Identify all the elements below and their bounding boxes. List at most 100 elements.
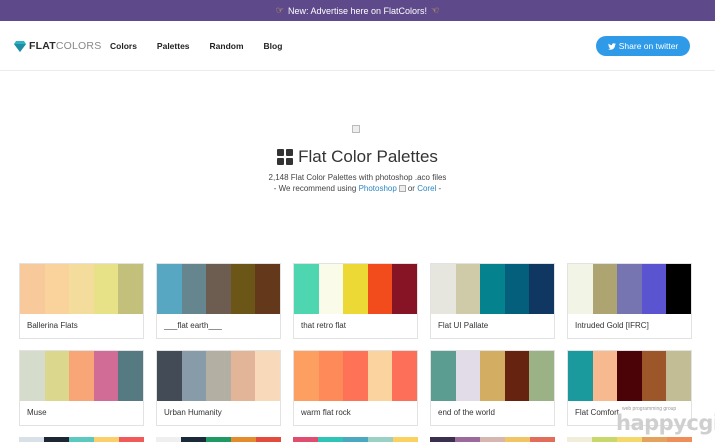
- color-swatch[interactable]: [255, 351, 280, 401]
- color-swatch[interactable]: [393, 437, 418, 442]
- palette-name[interactable]: Ballerina Flats: [27, 321, 78, 330]
- palette-swatches[interactable]: [20, 264, 143, 314]
- color-swatch[interactable]: [343, 264, 368, 314]
- color-swatch[interactable]: [293, 437, 318, 442]
- color-swatch[interactable]: [181, 264, 207, 314]
- color-swatch[interactable]: [455, 351, 481, 401]
- color-swatch[interactable]: [343, 437, 368, 442]
- color-swatch[interactable]: [255, 264, 280, 314]
- color-swatch[interactable]: [504, 351, 530, 401]
- color-swatch[interactable]: [431, 264, 456, 314]
- color-swatch[interactable]: [666, 264, 691, 314]
- palette-card-partial[interactable]: [430, 437, 555, 442]
- color-swatch[interactable]: [592, 351, 618, 401]
- color-swatch[interactable]: [231, 437, 256, 442]
- color-swatch[interactable]: [118, 264, 143, 314]
- color-swatch[interactable]: [157, 351, 182, 401]
- color-swatch[interactable]: [181, 351, 207, 401]
- color-swatch[interactable]: [157, 264, 182, 314]
- color-swatch[interactable]: [69, 437, 94, 442]
- color-swatch[interactable]: [19, 437, 44, 442]
- palette-swatches[interactable]: [294, 264, 417, 314]
- color-swatch[interactable]: [367, 351, 393, 401]
- color-swatch[interactable]: [504, 264, 530, 314]
- color-swatch[interactable]: [181, 437, 206, 442]
- color-swatch[interactable]: [455, 437, 480, 442]
- color-swatch[interactable]: [529, 264, 554, 314]
- nav-random[interactable]: Random: [210, 41, 244, 51]
- color-swatch[interactable]: [20, 351, 45, 401]
- color-swatch[interactable]: [206, 264, 231, 314]
- palette-swatches[interactable]: [568, 264, 691, 314]
- color-swatch[interactable]: [294, 264, 319, 314]
- color-swatch[interactable]: [118, 351, 143, 401]
- palette-card-partial[interactable]: [19, 437, 144, 442]
- palette-name[interactable]: ___flat earth___: [164, 321, 222, 330]
- palette-name[interactable]: warm flat rock: [301, 408, 351, 417]
- palette-card[interactable]: ___flat earth___: [156, 263, 281, 339]
- palette-swatches[interactable]: [294, 351, 417, 401]
- color-swatch[interactable]: [567, 437, 592, 442]
- color-swatch[interactable]: [318, 264, 344, 314]
- palette-card[interactable]: Ballerina Flats: [19, 263, 144, 339]
- color-swatch[interactable]: [44, 351, 70, 401]
- color-swatch[interactable]: [568, 264, 593, 314]
- color-swatch[interactable]: [568, 351, 593, 401]
- color-swatch[interactable]: [20, 264, 45, 314]
- palette-card[interactable]: Intruded Gold [IFRC]: [567, 263, 692, 339]
- color-swatch[interactable]: [318, 351, 344, 401]
- palette-name[interactable]: that retro flat: [301, 321, 346, 330]
- color-swatch[interactable]: [256, 437, 281, 442]
- color-swatch[interactable]: [69, 264, 94, 314]
- color-swatch[interactable]: [44, 264, 70, 314]
- color-swatch[interactable]: [294, 351, 319, 401]
- nav-palettes[interactable]: Palettes: [157, 41, 190, 51]
- logo[interactable]: FLATCOLORS: [14, 40, 101, 52]
- palette-swatches[interactable]: [431, 351, 554, 401]
- palette-name[interactable]: Intruded Gold [IFRC]: [575, 321, 649, 330]
- color-swatch[interactable]: [530, 437, 555, 442]
- color-swatch[interactable]: [230, 351, 256, 401]
- palette-name[interactable]: Flat UI Pallate: [438, 321, 488, 330]
- palette-card-partial[interactable]: [156, 437, 281, 442]
- share-on-twitter-button[interactable]: Share on twitter: [596, 36, 690, 56]
- color-swatch[interactable]: [44, 437, 69, 442]
- color-swatch[interactable]: [69, 351, 94, 401]
- palette-card[interactable]: that retro flat: [293, 263, 418, 339]
- corel-link[interactable]: Corel: [417, 184, 436, 193]
- palette-card[interactable]: Urban Humanity: [156, 350, 281, 426]
- color-swatch[interactable]: [93, 351, 119, 401]
- color-swatch[interactable]: [617, 351, 642, 401]
- palette-swatches[interactable]: [157, 264, 280, 314]
- palette-swatches[interactable]: [431, 264, 554, 314]
- color-swatch[interactable]: [156, 437, 181, 442]
- palette-name[interactable]: Muse: [27, 408, 47, 417]
- color-swatch[interactable]: [206, 437, 231, 442]
- palette-name[interactable]: Urban Humanity: [164, 408, 222, 417]
- color-swatch[interactable]: [666, 351, 691, 401]
- palette-card[interactable]: Flat UI Pallate: [430, 263, 555, 339]
- color-swatch[interactable]: [93, 264, 119, 314]
- photoshop-link[interactable]: Photoshop: [359, 184, 397, 193]
- color-swatch[interactable]: [480, 351, 505, 401]
- announcement-bar[interactable]: ☞ New: Advertise here on FlatColors! ☜: [0, 0, 715, 21]
- color-swatch[interactable]: [505, 437, 530, 442]
- palette-card[interactable]: warm flat rock: [293, 350, 418, 426]
- color-swatch[interactable]: [368, 437, 393, 442]
- palette-card[interactable]: Muse: [19, 350, 144, 426]
- palette-name[interactable]: end of the world: [438, 408, 495, 417]
- color-swatch[interactable]: [230, 264, 256, 314]
- color-swatch[interactable]: [617, 264, 642, 314]
- color-swatch[interactable]: [318, 437, 343, 442]
- nav-blog[interactable]: Blog: [264, 41, 283, 51]
- palette-swatches[interactable]: [568, 351, 691, 401]
- color-swatch[interactable]: [367, 264, 393, 314]
- color-swatch[interactable]: [392, 264, 417, 314]
- color-swatch[interactable]: [592, 264, 618, 314]
- palette-card-partial[interactable]: [293, 437, 418, 442]
- palette-card[interactable]: end of the world: [430, 350, 555, 426]
- palette-swatches[interactable]: [157, 351, 280, 401]
- color-swatch[interactable]: [343, 351, 368, 401]
- color-swatch[interactable]: [455, 264, 481, 314]
- color-swatch[interactable]: [206, 351, 231, 401]
